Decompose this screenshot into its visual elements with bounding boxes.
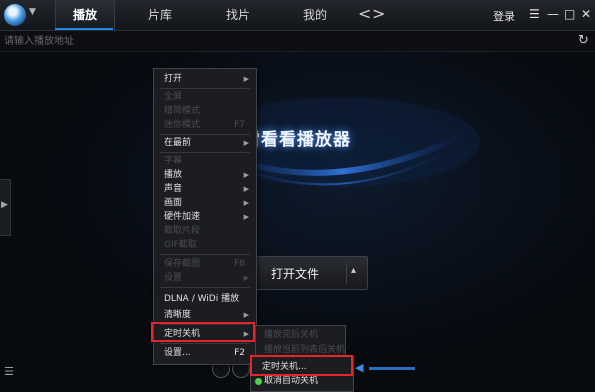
app-logo-icon[interactable] (4, 4, 26, 26)
open-file-label: 打开文件 (271, 267, 320, 281)
context-menu: 打开 ▶ 全屏 精简模式 迷你模式 F7 在最前 ▶ 字幕 播放 ▶ 声音 ▶ … (153, 68, 257, 365)
chevron-right-icon: ▶ (1, 200, 8, 210)
menu-item-label: 在最前 (164, 138, 192, 148)
submenu-arrow-icon: ▶ (243, 139, 249, 147)
menu-item-open[interactable]: 打开 ▶ (154, 72, 256, 87)
menu-item-play[interactable]: 播放 ▶ (154, 168, 256, 183)
menu-item-label: 硬件加速 (164, 212, 201, 222)
url-bar: ↻ (0, 31, 595, 52)
submenu-item-after-play[interactable]: 播放完后关机 (264, 328, 318, 342)
forward-arrow-icon[interactable]: > (372, 5, 385, 23)
menu-item-subtitle[interactable]: 字幕 (154, 154, 256, 169)
menu-item-label: 字幕 (164, 156, 183, 166)
submenu-arrow-icon: ▶ (243, 185, 249, 193)
submenu-arrow-icon: ▶ (243, 75, 249, 83)
back-arrow-icon[interactable]: < (358, 5, 371, 23)
menu-item-label: DLNA / WiDi 播放 (164, 294, 240, 304)
menu-item-clip[interactable]: 截取片段 (154, 224, 256, 239)
green-dot-icon (255, 378, 262, 385)
chevron-down-icon[interactable]: ▼ (29, 7, 36, 17)
menu-separator (160, 287, 250, 288)
submenu-arrow-icon: ▶ (243, 274, 249, 282)
menu-item-dlna[interactable]: DLNA / WiDi 播放 (154, 292, 256, 307)
menu-item-picture[interactable]: 画面 ▶ (154, 196, 256, 211)
submenu-arrow-icon: ▶ (243, 311, 249, 319)
shortcut-label: F2 (234, 348, 245, 358)
sidebar-toggle[interactable]: ▶ (0, 179, 11, 236)
menu-item-screenshot[interactable]: 保存截图 F8 (154, 257, 256, 272)
menu-separator (160, 88, 250, 89)
menu-item-label: 设置... (164, 348, 191, 358)
menu-item-label: GIF截取 (164, 240, 197, 250)
menu-item-settings-sub[interactable]: 设置 ▶ (154, 271, 256, 286)
menu-item-sound[interactable]: 声音 ▶ (154, 182, 256, 197)
caret-up-icon[interactable]: ▴ (351, 265, 356, 276)
menu-item-label: 迷你模式 (164, 120, 201, 130)
menu-item-on-top[interactable]: 在最前 ▶ (154, 136, 256, 151)
shortcut-label: F7 (234, 120, 245, 130)
divider (346, 262, 347, 284)
menu-item-label: 声音 (164, 184, 183, 194)
submenu-arrow-icon: ▶ (243, 171, 249, 179)
menu-item-label: 全屏 (164, 92, 183, 102)
menu-item-gif[interactable]: GIF截取 (154, 238, 256, 253)
open-file-button[interactable]: 打开文件 ▴ (256, 256, 368, 290)
submenu-item-cancel-auto-shutdown[interactable]: 取消自动关机 (264, 374, 318, 388)
refresh-icon[interactable]: ↻ (578, 33, 589, 48)
tab-play[interactable]: 播放 (55, 0, 115, 30)
menu-item-label: 精简模式 (164, 106, 201, 116)
menu-item-label: 设置 (164, 273, 183, 283)
menu-separator (160, 254, 250, 255)
menu-icon[interactable]: ☰ (529, 7, 540, 21)
menu-item-label: 打开 (164, 74, 183, 84)
menu-item-compact-mode[interactable]: 精简模式 (154, 104, 256, 119)
menu-item-label: 保存截图 (164, 259, 201, 269)
maximize-button[interactable]: □ (564, 7, 575, 21)
menu-separator (160, 343, 250, 344)
url-input[interactable] (2, 32, 566, 51)
menu-separator (160, 152, 250, 153)
menu-item-fullscreen[interactable]: 全屏 (154, 90, 256, 105)
menu-item-mini-mode[interactable]: 迷你模式 F7 (154, 118, 256, 133)
tab-find[interactable]: 找片 (218, 0, 258, 30)
shortcut-label: F8 (234, 259, 245, 269)
active-tab-indicator (55, 28, 113, 30)
menu-item-hw-accel[interactable]: 硬件加速 ▶ (154, 210, 256, 225)
menu-item-settings[interactable]: 设置... F2 (154, 346, 256, 361)
menu-item-quality[interactable]: 清晰度 ▶ (154, 308, 256, 323)
tab-mine[interactable]: 我的 (295, 0, 335, 30)
menu-item-label: 画面 (164, 198, 183, 208)
submenu-arrow-icon: ▶ (243, 213, 249, 221)
title-bar: ▼ 播放 片库 找片 我的 < > 登录 ☰ — □ ✕ (0, 0, 595, 31)
submenu-arrow-icon: ▶ (243, 199, 249, 207)
close-button[interactable]: ✕ (581, 7, 591, 21)
volume-slider[interactable] (369, 367, 415, 370)
login-link[interactable]: 登录 (493, 8, 515, 24)
menu-item-label: 清晰度 (164, 310, 192, 320)
tab-library[interactable]: 片库 (140, 0, 180, 30)
menu-item-label: 截取片段 (164, 226, 201, 236)
menu-item-label: 播放 (164, 170, 183, 180)
playlist-icon[interactable]: ☰ (4, 365, 14, 378)
menu-separator (160, 134, 250, 135)
minimize-button[interactable]: — (547, 7, 559, 21)
highlight-box (250, 355, 353, 376)
volume-icon[interactable]: ◀ (355, 361, 363, 374)
highlight-box (151, 322, 255, 342)
